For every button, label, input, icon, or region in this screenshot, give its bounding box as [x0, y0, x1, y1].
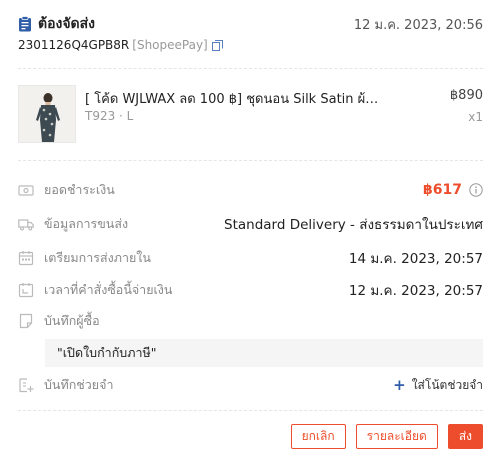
shipping-row: ข้อมูลการขนส่ง Standard Delivery - ส่งธร… — [18, 214, 483, 234]
cancel-button[interactable]: ยกเลิก — [290, 424, 346, 449]
plus-icon: + — [393, 376, 406, 394]
clock-calendar-icon — [18, 283, 34, 298]
paid-time-value: 12 ม.ค. 2023, 20:57 — [348, 283, 483, 299]
payment-method: [ShopeePay] — [132, 38, 208, 52]
divider — [18, 410, 483, 411]
buyer-note-box: "เปิดใบกำกับภาษี" — [45, 339, 483, 367]
order-card: ต้องจัดส่ง 12 ม.ค. 2023, 20:56 2301126Q4… — [0, 0, 501, 458]
add-memo-label: ใส่โน้ตช่วยจำ — [411, 377, 483, 392]
info-icon[interactable] — [469, 183, 483, 197]
shipping-value: Standard Delivery - ส่งธรรมดาในประเทศ — [224, 217, 483, 233]
order-id-line: 2301126Q4GPB8R [ShopeePay] — [18, 38, 223, 52]
action-bar: ยกเลิก รายละเอียด ส่ง — [290, 424, 483, 449]
prepare-row: เตรียมการส่งภายใน 14 ม.ค. 2023, 20:57 — [18, 248, 483, 268]
prepare-value: 14 ม.ค. 2023, 20:57 — [348, 251, 483, 267]
truck-icon — [18, 219, 34, 231]
product-item[interactable]: [ โค้ด WJLWAX ลด 100 ฿] ชุดนอน Silk Sati… — [18, 85, 483, 143]
calendar-icon — [18, 251, 34, 266]
order-status-title: ต้องจัดส่ง — [38, 16, 96, 32]
divider — [18, 68, 483, 69]
paid-time-row: เวลาที่คำสั่งซื้อนี้จ่ายเงิน 12 ม.ค. 202… — [18, 280, 483, 300]
product-name[interactable]: [ โค้ด WJLWAX ลด 100 ฿] ชุดนอน Silk Sati… — [85, 88, 385, 109]
paid-time-label: เวลาที่คำสั่งซื้อนี้จ่ายเงิน — [44, 282, 173, 297]
ship-button[interactable]: ส่ง — [447, 424, 483, 449]
buyer-note-label: บันทึกผู้ซื้อ — [44, 313, 100, 328]
product-price: ฿890 — [449, 88, 483, 103]
product-variation: T923 · L — [85, 109, 134, 123]
divider — [18, 160, 483, 161]
buyer-note-text: "เปิดใบกำกับภาษี" — [57, 345, 157, 360]
prepare-label: เตรียมการส่งภายใน — [44, 250, 151, 265]
add-memo-button[interactable]: + ใส่โน้ตช่วยจำ — [393, 376, 483, 395]
total-label: ยอดชำระเงิน — [44, 182, 115, 197]
product-quantity: x1 — [468, 110, 483, 124]
clipboard-icon — [19, 16, 31, 32]
product-image — [19, 86, 75, 142]
copy-icon[interactable] — [211, 39, 223, 51]
assist-note-row: บันทึกช่วยจำ + ใส่โน้ตช่วยจำ — [18, 375, 483, 395]
note-icon — [19, 313, 33, 329]
order-date: 12 ม.ค. 2023, 20:56 — [353, 17, 483, 33]
buyer-note-row: บันทึกผู้ซื้อ — [18, 311, 483, 331]
total-value: ฿617 — [423, 182, 462, 198]
total-value-wrap: ฿617 — [423, 182, 483, 198]
order-header: ต้องจัดส่ง 12 ม.ค. 2023, 20:56 — [18, 14, 483, 34]
details-button[interactable]: รายละเอียด — [355, 424, 438, 449]
product-thumbnail[interactable] — [18, 85, 76, 143]
total-row: ยอดชำระเงิน ฿617 — [18, 180, 483, 200]
assist-note-label: บันทึกช่วยจำ — [44, 377, 114, 392]
shipping-label: ข้อมูลการขนส่ง — [44, 216, 129, 231]
memo-add-icon — [19, 378, 34, 393]
order-id: 2301126Q4GPB8R — [18, 38, 130, 52]
money-icon — [18, 185, 34, 196]
